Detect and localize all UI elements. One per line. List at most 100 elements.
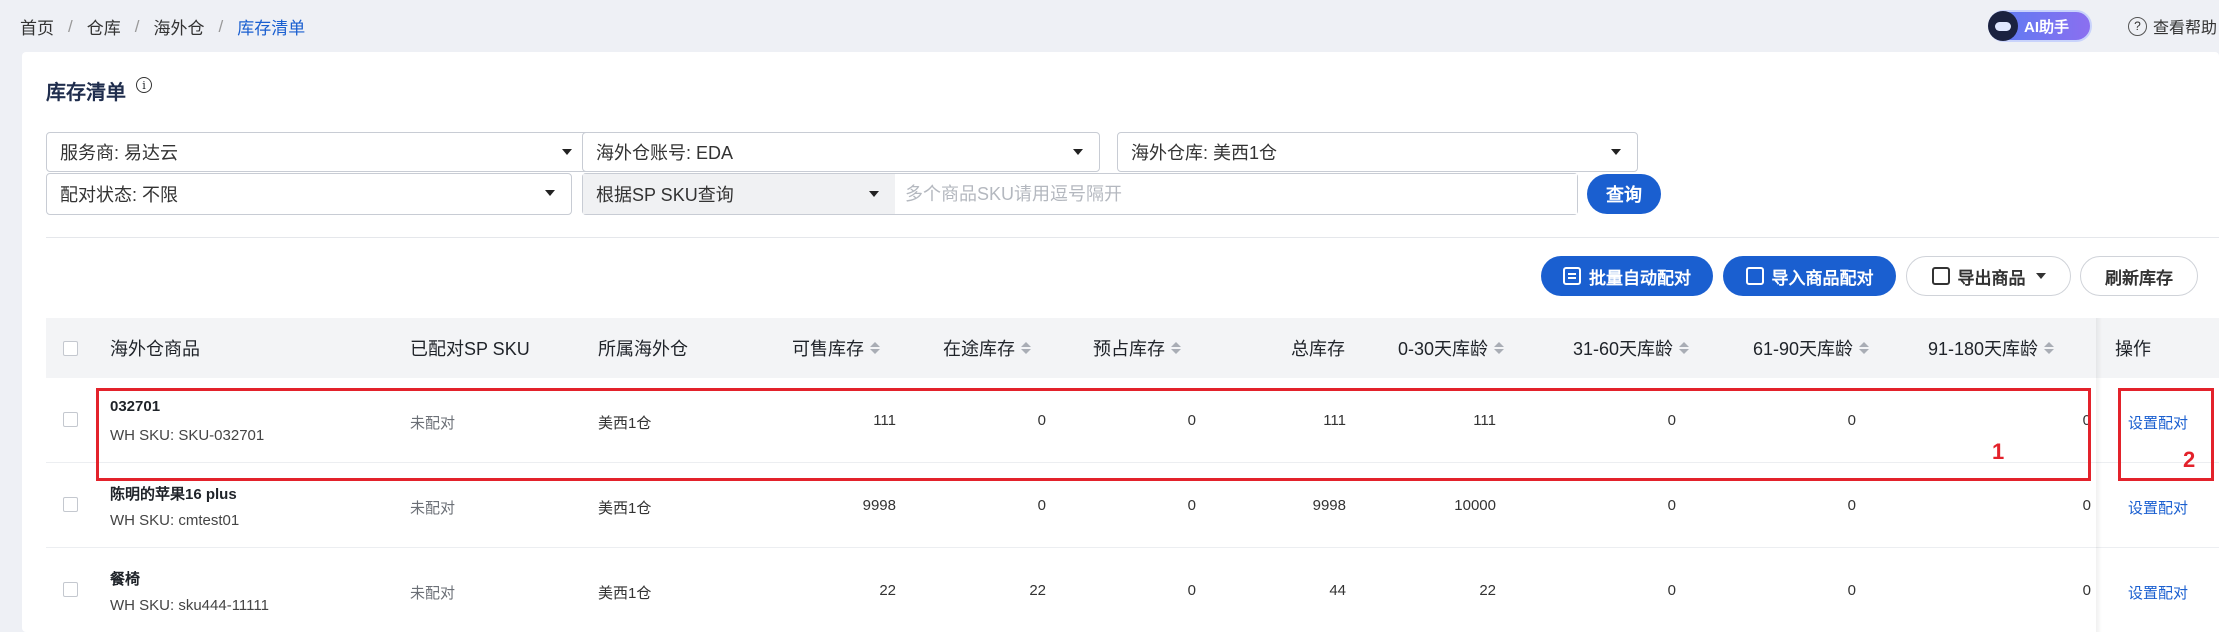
sort-icon bbox=[1021, 342, 1031, 354]
export-icon bbox=[1931, 267, 1950, 285]
inventory-card: 库存清单 i 服务商: 易达云 海外仓账号: EDA 海外仓库: 美西1仓 配对… bbox=[22, 52, 2219, 632]
column-header-warehouse: 所属海外仓 bbox=[598, 339, 688, 359]
warehouse-select-value: 海外仓库: 美西1仓 bbox=[1131, 143, 1278, 163]
provider-select[interactable]: 服务商: 易达云 bbox=[46, 132, 589, 172]
top-bar: 首页 / 仓库 / 海外仓 / 库存清单 AI助手 ? 查看帮助 bbox=[0, 0, 2219, 50]
select-all-checkbox[interactable] bbox=[63, 341, 78, 356]
sku-search-input[interactable] bbox=[895, 174, 1577, 214]
breadcrumb-separator: / bbox=[68, 16, 73, 36]
column-header-age-91-180[interactable]: 91-180天库龄 bbox=[1928, 318, 2054, 378]
age-61-90-qty: 0 bbox=[1847, 582, 1856, 599]
sellable-qty: 22 bbox=[879, 582, 896, 599]
product-name: 陈明的苹果16 plus bbox=[110, 486, 237, 503]
set-match-link[interactable]: 设置配对 bbox=[2128, 497, 2188, 518]
breadcrumb-warehouse[interactable]: 仓库 bbox=[87, 14, 121, 39]
breadcrumb-overseas[interactable]: 海外仓 bbox=[153, 14, 204, 39]
account-select-value: 海外仓账号: EDA bbox=[596, 143, 734, 163]
column-header-reserved[interactable]: 预占库存 bbox=[1093, 318, 1181, 378]
column-header-operation: 操作 bbox=[2115, 339, 2151, 359]
total-qty: 9998 bbox=[1312, 497, 1346, 514]
matched-status: 未配对 bbox=[410, 500, 456, 517]
column-header-age-61-90[interactable]: 61-90天库龄 bbox=[1753, 318, 1869, 378]
sku-search-group: 根据SP SKU查询 bbox=[582, 173, 1578, 215]
table-header: 海外仓商品 已配对SP SKU 所属海外仓 可售库存 在途库存 预占库存 总库存… bbox=[46, 318, 2219, 378]
matched-status: 未配对 bbox=[410, 585, 456, 602]
column-header-age-31-60[interactable]: 31-60天库龄 bbox=[1573, 318, 1689, 378]
breadcrumb-separator: / bbox=[134, 16, 140, 36]
sort-icon bbox=[1679, 342, 1689, 354]
batch-auto-match-button[interactable]: 批量自动配对 bbox=[1541, 256, 1713, 296]
warehouse-select[interactable]: 海外仓库: 美西1仓 bbox=[1117, 132, 1638, 172]
chevron-down-icon bbox=[562, 149, 572, 155]
annotation-label-2: 2 bbox=[2183, 447, 2196, 472]
refresh-inventory-button[interactable]: 刷新库存 bbox=[2080, 256, 2198, 296]
info-icon[interactable]: i bbox=[136, 77, 152, 93]
age-31-60-qty: 0 bbox=[1667, 497, 1676, 514]
chevron-down-icon bbox=[1073, 149, 1083, 155]
account-select[interactable]: 海外仓账号: EDA bbox=[582, 132, 1100, 172]
ai-assistant-label: AI助手 bbox=[2024, 18, 2070, 36]
wh-sku: WH SKU: sku444-11111 bbox=[110, 597, 269, 614]
sort-icon bbox=[870, 342, 880, 354]
product-name: 餐椅 bbox=[110, 571, 141, 588]
batch-auto-match-label: 批量自动配对 bbox=[1589, 268, 1691, 288]
in-transit-qty: 0 bbox=[1037, 497, 1046, 514]
chevron-down-icon bbox=[1611, 149, 1621, 155]
inventory-table: 海外仓商品 已配对SP SKU 所属海外仓 可售库存 在途库存 预占库存 总库存… bbox=[46, 318, 2219, 632]
reserved-qty: 0 bbox=[1187, 497, 1196, 514]
age-91-180-qty: 0 bbox=[2082, 497, 2091, 514]
chevron-down-icon bbox=[869, 191, 879, 197]
breadcrumb: 首页 / 仓库 / 海外仓 / 库存清单 bbox=[20, 14, 305, 39]
annotation-label-1: 1 bbox=[1992, 439, 2005, 464]
age-0-30-qty: 22 bbox=[1479, 582, 1496, 599]
sort-icon bbox=[1859, 342, 1869, 354]
set-match-link[interactable]: 设置配对 bbox=[2128, 582, 2188, 603]
column-header-product: 海外仓商品 bbox=[110, 339, 200, 359]
wh-sku: WH SKU: cmtest01 bbox=[110, 512, 240, 529]
breadcrumb-separator: / bbox=[218, 16, 224, 36]
column-header-matched-sku: 已配对SP SKU bbox=[410, 339, 530, 359]
search-type-select[interactable]: 根据SP SKU查询 bbox=[583, 174, 895, 214]
table-row: 餐椅 WH SKU: sku444-11111 未配对 美西1仓 22 22 0… bbox=[46, 548, 2219, 632]
sellable-qty: 9998 bbox=[862, 497, 896, 514]
row-checkbox[interactable] bbox=[63, 497, 78, 512]
row-checkbox[interactable] bbox=[63, 412, 78, 427]
import-icon bbox=[1745, 267, 1764, 285]
page-title: 库存清单 bbox=[46, 82, 126, 104]
match-status-value: 配对状态: 不限 bbox=[60, 185, 179, 205]
chevron-down-icon bbox=[545, 190, 555, 196]
total-qty: 44 bbox=[1329, 582, 1346, 599]
age-31-60-qty: 0 bbox=[1667, 582, 1676, 599]
column-header-sellable[interactable]: 可售库存 bbox=[792, 318, 880, 378]
search-type-value: 根据SP SKU查询 bbox=[596, 185, 734, 205]
help-link[interactable]: ? 查看帮助 bbox=[2128, 14, 2217, 38]
chevron-down-icon bbox=[2035, 273, 2046, 279]
in-transit-qty: 22 bbox=[1029, 582, 1046, 599]
import-match-button[interactable]: 导入商品配对 bbox=[1723, 256, 1896, 296]
age-0-30-qty: 10000 bbox=[1454, 497, 1496, 514]
highlight-box-operation bbox=[2118, 388, 2214, 481]
auto-match-icon bbox=[1563, 267, 1581, 285]
robot-icon bbox=[1988, 11, 2018, 41]
import-match-label: 导入商品配对 bbox=[1771, 268, 1874, 288]
ai-assistant-button[interactable]: AI助手 bbox=[1988, 10, 2092, 42]
question-icon: ? bbox=[2128, 16, 2147, 36]
column-header-in-transit[interactable]: 在途库存 bbox=[943, 318, 1031, 378]
warehouse-name: 美西1仓 bbox=[598, 500, 652, 517]
sort-icon bbox=[1171, 342, 1181, 354]
age-61-90-qty: 0 bbox=[1847, 497, 1856, 514]
fixed-column-shadow bbox=[2096, 318, 2102, 632]
highlight-box-row bbox=[96, 388, 2091, 481]
row-checkbox[interactable] bbox=[63, 582, 78, 597]
breadcrumb-current: 库存清单 bbox=[237, 19, 306, 38]
sort-icon bbox=[2044, 342, 2054, 354]
query-button[interactable]: 查询 bbox=[1587, 174, 1661, 214]
breadcrumb-home[interactable]: 首页 bbox=[20, 14, 54, 39]
reserved-qty: 0 bbox=[1187, 582, 1196, 599]
column-header-age-0-30[interactable]: 0-30天库龄 bbox=[1398, 318, 1504, 378]
export-dropdown-button[interactable]: 导出商品 bbox=[1906, 256, 2071, 296]
provider-select-value: 服务商: 易达云 bbox=[60, 143, 179, 163]
match-status-select[interactable]: 配对状态: 不限 bbox=[46, 173, 572, 215]
divider bbox=[46, 237, 2219, 238]
column-header-total: 总库存 bbox=[1291, 339, 1345, 359]
